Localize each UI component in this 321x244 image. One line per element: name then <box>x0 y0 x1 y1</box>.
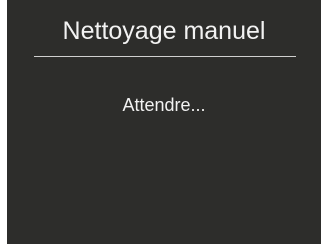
status-message: Attendre... <box>122 95 206 115</box>
screen-title: Nettoyage manuel <box>62 17 266 45</box>
title-divider <box>34 56 296 57</box>
device-screen: Nettoyage manuel Attendre... <box>7 0 321 244</box>
